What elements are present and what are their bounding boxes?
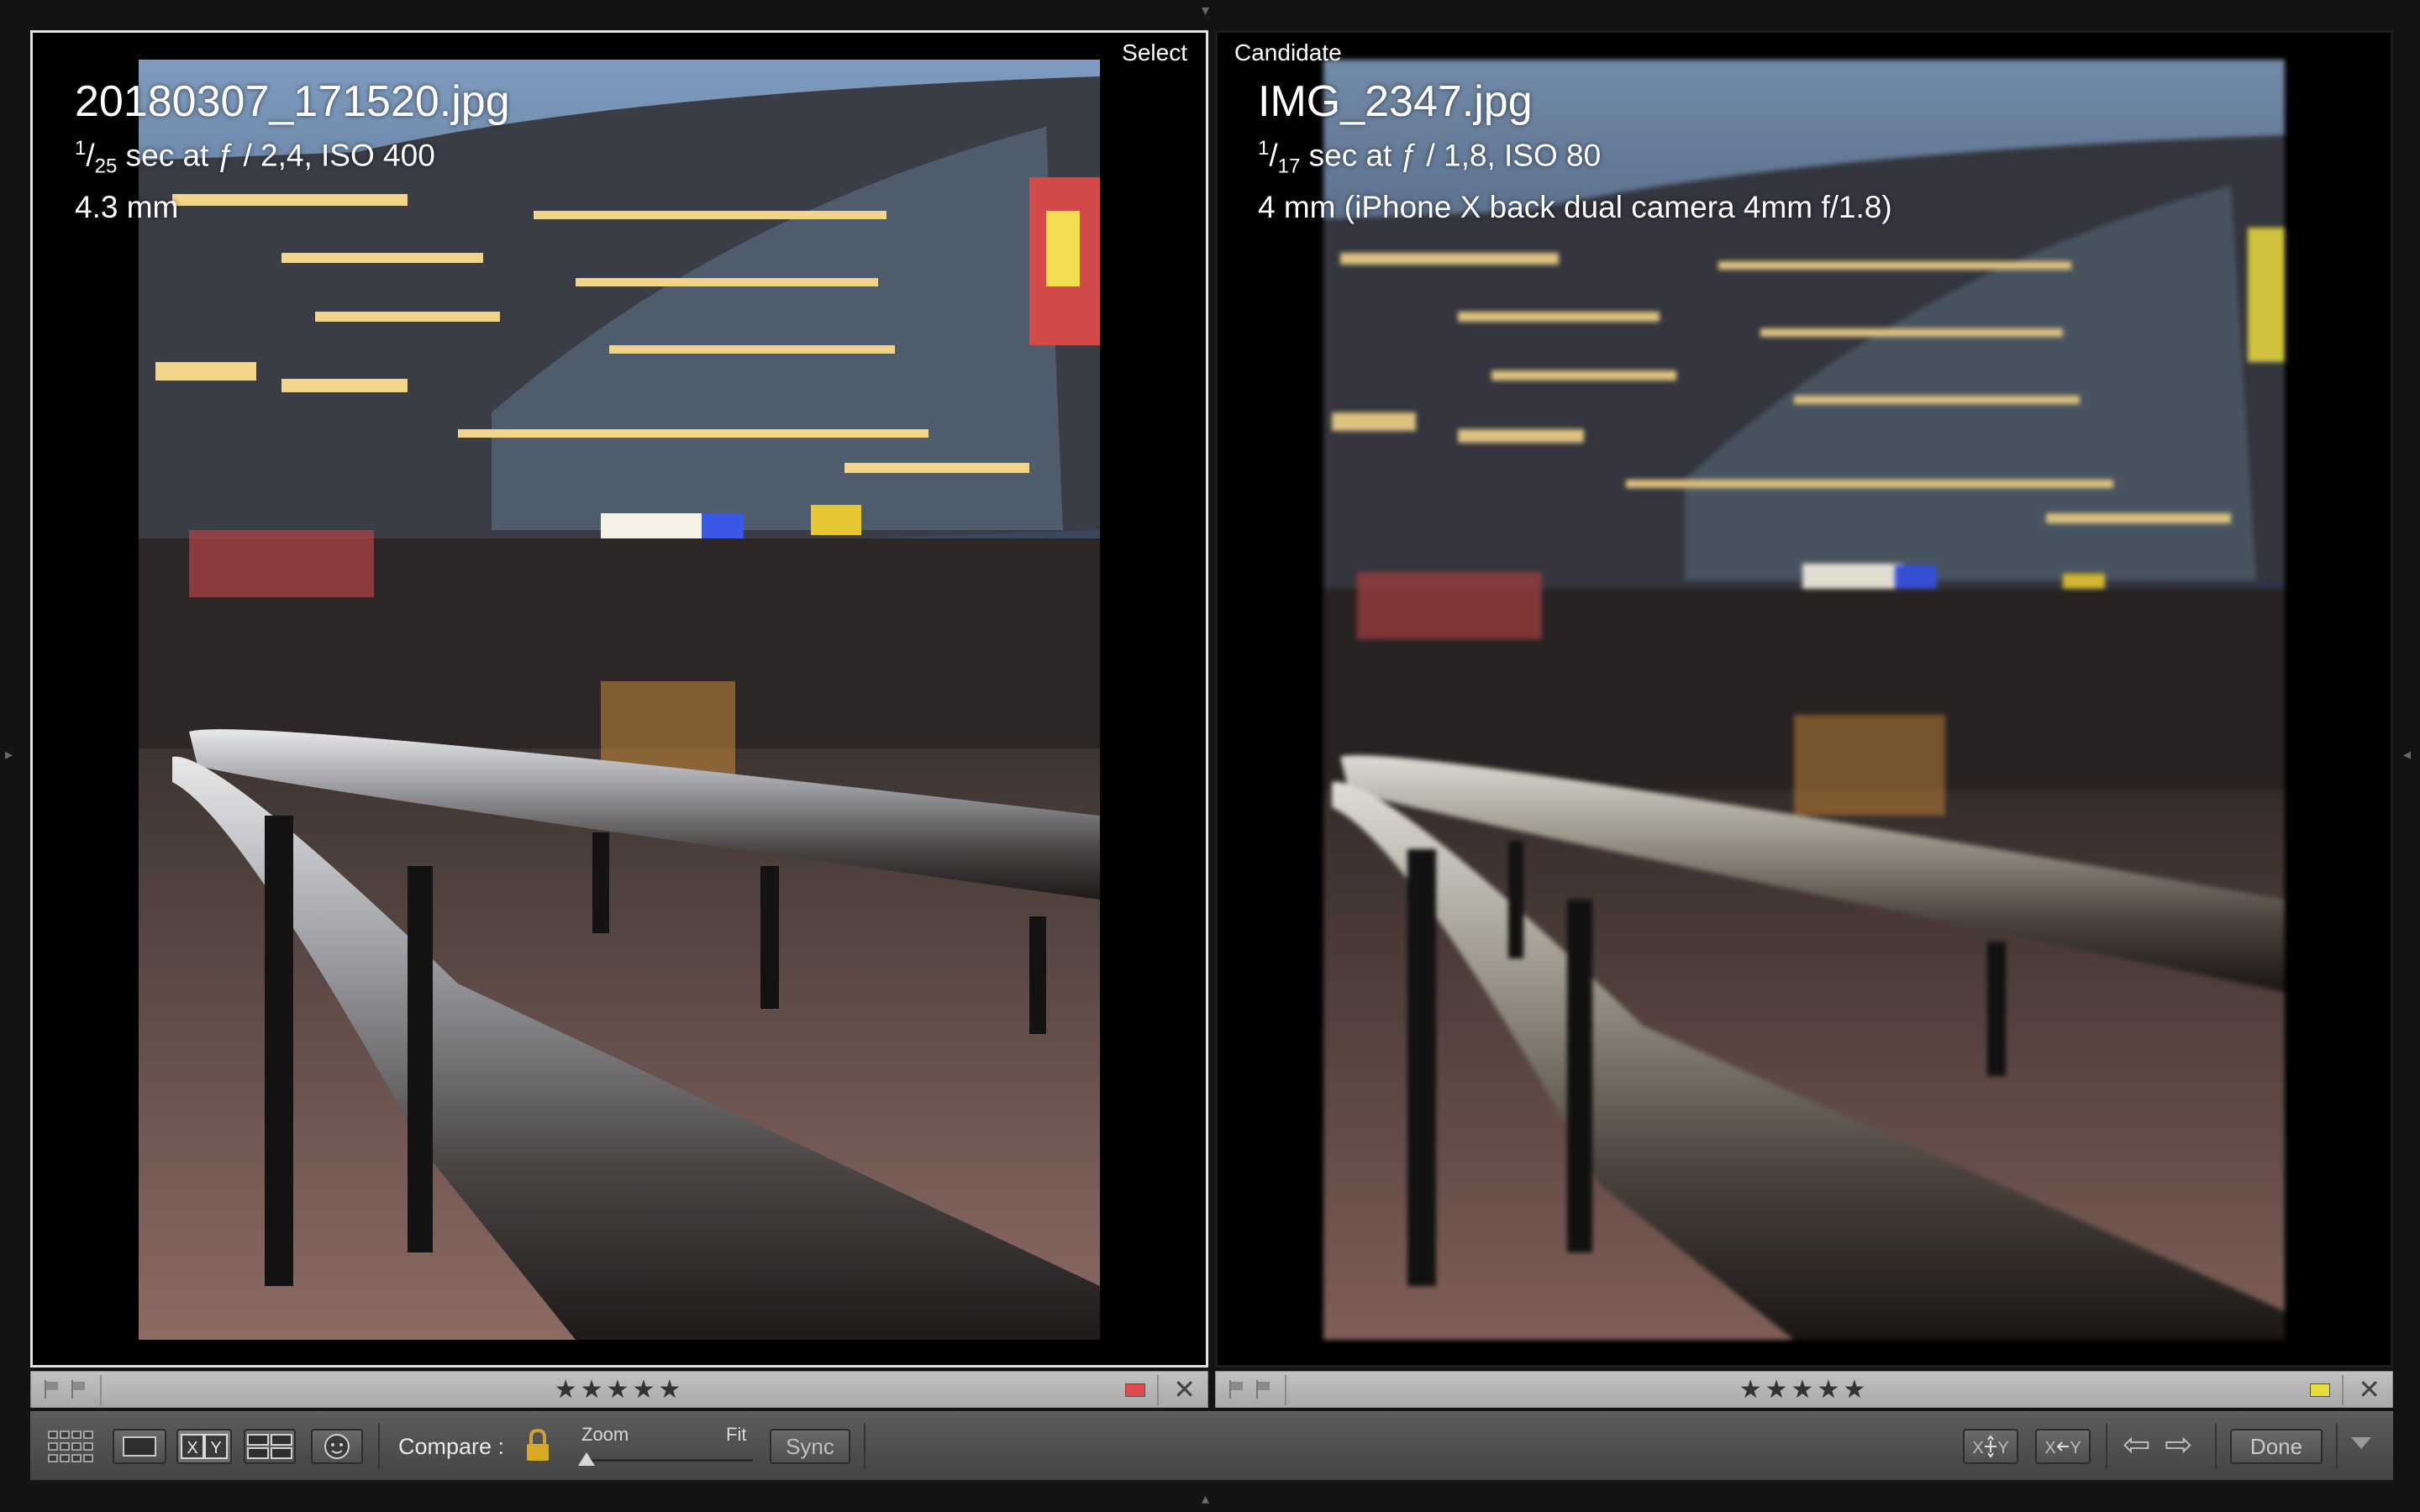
left-panel-toggle-icon[interactable]: ▸ xyxy=(5,748,13,763)
bottom-panel-toggle-icon[interactable]: ▴ xyxy=(1202,1492,1209,1507)
survey-icon xyxy=(247,1434,292,1459)
compare-label: Compare : xyxy=(398,1434,505,1459)
candidate-color-label[interactable] xyxy=(2310,1383,2330,1397)
svg-text:Y: Y xyxy=(2070,1439,2081,1457)
candidate-rating-bar: ★★★★★ ✕ xyxy=(1215,1371,2393,1408)
select-rating-bar: ★★★★★ ✕ xyxy=(30,1371,1208,1408)
divider xyxy=(2106,1424,2107,1469)
divider xyxy=(100,1375,102,1405)
svg-text:Y: Y xyxy=(1997,1439,2008,1457)
select-filename: 20180307_171520.jpg xyxy=(75,77,510,126)
select-exposure-details: sec at ƒ / 2,4, ISO 400 xyxy=(117,138,435,173)
candidate-shutter-numerator: 1 xyxy=(1258,137,1270,160)
divider xyxy=(378,1424,380,1469)
sync-button[interactable]: Sync xyxy=(770,1429,850,1464)
candidate-pane[interactable]: Candidate IMG_2347.jpg 1/17 sec at ƒ / 1… xyxy=(1215,30,2393,1368)
pick-flag-icon[interactable] xyxy=(70,1380,87,1399)
compare-toolbar: X Y Compare : Zoom Fit Sync X Y X Y ⇦ ⇨ … xyxy=(30,1411,2393,1480)
next-arrow-icon[interactable]: ⇨ xyxy=(2165,1425,2193,1464)
zoom-slider-handle[interactable] xyxy=(578,1452,595,1466)
loupe-icon xyxy=(123,1436,156,1457)
select-role-label: Select xyxy=(1122,39,1187,66)
toolbar-menu-chevron-down-icon[interactable] xyxy=(2351,1437,2371,1449)
unflag-icon[interactable] xyxy=(1228,1380,1244,1399)
right-panel-toggle-icon[interactable]: ◂ xyxy=(2403,748,2411,763)
face-icon xyxy=(324,1434,350,1459)
select-flag-group xyxy=(43,1380,87,1399)
select-star-rating[interactable]: ★★★★★ xyxy=(555,1375,684,1404)
loupe-view-button[interactable] xyxy=(113,1429,166,1464)
swap-xy-icon: X Y xyxy=(1972,1435,2009,1458)
fit-label: Fit xyxy=(726,1424,747,1445)
compare-view-button[interactable]: X Y xyxy=(176,1429,232,1464)
people-view-button[interactable] xyxy=(311,1429,363,1464)
select-photo[interactable] xyxy=(139,60,1100,1340)
candidate-filename: IMG_2347.jpg xyxy=(1258,77,1533,126)
candidate-exposure: 1/17 sec at ƒ / 1,8, ISO 80 xyxy=(1258,137,1602,178)
candidate-info-overlay: IMG_2347.jpg 1/17 sec at ƒ / 1,8, ISO 80… xyxy=(1258,75,1892,228)
candidate-shutter-denominator: 17 xyxy=(1277,155,1301,178)
candidate-exposure-details: sec at ƒ / 1,8, ISO 80 xyxy=(1300,138,1602,173)
select-info-overlay: 20180307_171520.jpg 1/25 sec at ƒ / 2,4,… xyxy=(75,75,510,228)
candidate-photo[interactable] xyxy=(1323,60,2285,1340)
swap-button[interactable]: X Y xyxy=(1963,1429,2018,1464)
select-shutter-denominator: 25 xyxy=(94,155,118,178)
candidate-focal-length: 4 mm (iPhone X back dual camera 4mm f/1.… xyxy=(1258,189,1892,224)
svg-text:X: X xyxy=(2044,1439,2055,1457)
svg-text:Y: Y xyxy=(210,1439,221,1457)
select-pane[interactable]: Select 20180307_171520.jpg 1/25 sec at ƒ… xyxy=(30,30,1208,1368)
divider xyxy=(2342,1375,2344,1405)
grid-view-button[interactable] xyxy=(45,1429,97,1464)
divider xyxy=(1285,1375,1286,1405)
done-button[interactable]: Done xyxy=(2230,1429,2323,1464)
svg-text:X: X xyxy=(187,1439,197,1457)
photo-image-candidate xyxy=(1323,60,2285,1340)
divider xyxy=(864,1424,865,1469)
divider xyxy=(2215,1424,2217,1469)
pick-flag-icon[interactable] xyxy=(1255,1380,1271,1399)
make-select-button[interactable]: X Y xyxy=(2035,1429,2091,1464)
link-focus-lock-icon[interactable] xyxy=(524,1427,551,1464)
select-exposure: 1/25 sec at ƒ / 2,4, ISO 400 xyxy=(75,137,435,178)
candidate-star-rating[interactable]: ★★★★★ xyxy=(1739,1375,1869,1404)
candidate-close-icon[interactable]: ✕ xyxy=(2358,1373,2381,1405)
zoom-slider-track[interactable] xyxy=(585,1459,753,1462)
compare-xy-icon: X Y xyxy=(181,1434,228,1459)
select-color-label[interactable] xyxy=(1125,1383,1145,1397)
unflag-icon[interactable] xyxy=(43,1380,60,1399)
zoom-label: Zoom xyxy=(581,1424,629,1445)
candidate-flag-group xyxy=(1228,1380,1271,1399)
lightroom-compare-view: ▾ ▴ ▸ ◂ Select 20180307_171520.jpg 1/25 … xyxy=(0,0,2420,1512)
select-shutter-numerator: 1 xyxy=(75,137,87,160)
photo-image-select xyxy=(139,60,1100,1340)
candidate-role-label: Candidate xyxy=(1234,39,1342,66)
top-panel-toggle-icon[interactable]: ▾ xyxy=(1202,3,1209,18)
svg-text:X: X xyxy=(1972,1439,1983,1457)
previous-arrow-icon[interactable]: ⇦ xyxy=(2123,1425,2151,1464)
survey-view-button[interactable] xyxy=(244,1429,296,1464)
divider xyxy=(1157,1375,1159,1405)
select-close-icon[interactable]: ✕ xyxy=(1173,1373,1196,1405)
divider xyxy=(2336,1424,2338,1469)
make-select-icon: X Y xyxy=(2044,1439,2081,1457)
grid-icon xyxy=(48,1431,93,1462)
select-focal-length: 4.3 mm xyxy=(75,189,179,224)
